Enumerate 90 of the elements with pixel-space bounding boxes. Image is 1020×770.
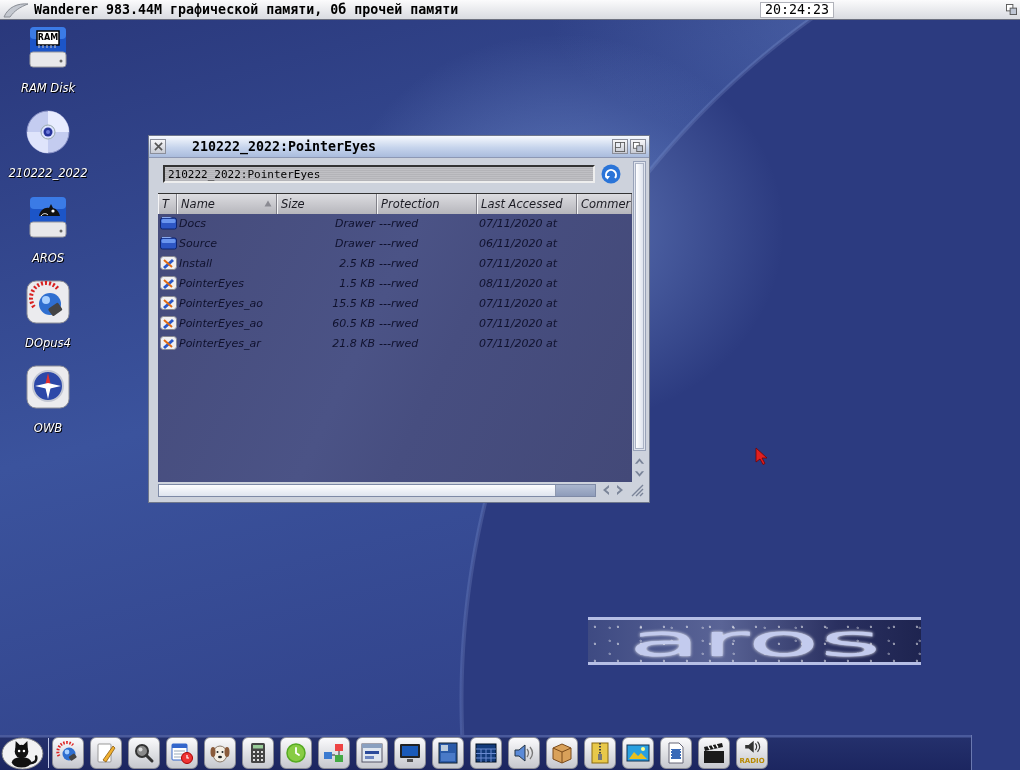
file-protection: ---rwed bbox=[379, 316, 419, 330]
column-header[interactable]: Commer bbox=[577, 194, 632, 214]
dock-button[interactable] bbox=[622, 736, 654, 769]
panel-window-icon bbox=[436, 740, 460, 765]
file-date: 07/11/2020 at bbox=[479, 316, 557, 330]
icon-label[interactable]: 210222_2022 bbox=[8, 166, 88, 180]
window-title-bar[interactable]: 210222_2022:PointerEyes bbox=[149, 136, 649, 158]
calendar-clock-icon bbox=[170, 740, 194, 765]
icon-label[interactable]: OWB bbox=[33, 421, 63, 435]
scrollbar-thumb[interactable] bbox=[159, 484, 556, 496]
notepad-pencil-icon bbox=[94, 740, 118, 765]
horizontal-scrollbar[interactable] bbox=[158, 483, 596, 497]
file-size: Drawer bbox=[334, 236, 375, 250]
dock-button[interactable] bbox=[280, 736, 312, 769]
dock-button[interactable] bbox=[52, 736, 84, 769]
dock-button[interactable] bbox=[166, 736, 198, 769]
swoosh-logo-icon[interactable] bbox=[2, 0, 30, 19]
column-header[interactable]: T bbox=[158, 194, 177, 214]
file-size: 21.8 KB bbox=[332, 336, 375, 350]
gauge-icon[interactable] bbox=[25, 279, 71, 325]
dock-button[interactable] bbox=[242, 736, 274, 769]
refresh-icon[interactable] bbox=[601, 164, 621, 184]
file-protection: ---rwed bbox=[379, 296, 419, 310]
file-size: 60.5 KB bbox=[332, 316, 375, 330]
clapperboard-icon bbox=[702, 740, 726, 765]
dock-button[interactable] bbox=[432, 736, 464, 769]
file-size: Drawer bbox=[334, 216, 375, 230]
compass-icon[interactable] bbox=[25, 364, 71, 410]
window-title: 210222_2022:PointerEyes bbox=[192, 139, 378, 154]
icon-label[interactable]: AROS bbox=[31, 251, 65, 265]
file-protection: ---rwed bbox=[379, 236, 419, 250]
depth-button[interactable] bbox=[630, 139, 646, 154]
dock-button[interactable] bbox=[128, 736, 160, 769]
file-date: 07/11/2020 at bbox=[479, 256, 557, 270]
tool-icon[interactable] bbox=[160, 316, 177, 330]
clock: 20:24:23 bbox=[760, 1, 834, 18]
file-date: 06/11/2020 at bbox=[479, 236, 557, 250]
dock-button[interactable] bbox=[90, 736, 122, 769]
sort-arrow-icon bbox=[264, 200, 272, 207]
screen-title: Wanderer 983.44M графической памяти, 0б прочей памяти bbox=[34, 2, 460, 17]
drawer-icon[interactable] bbox=[160, 236, 177, 250]
file-date: 07/11/2020 at bbox=[479, 296, 557, 310]
close-button[interactable] bbox=[150, 139, 166, 154]
column-header[interactable]: Last Accessed bbox=[477, 194, 577, 214]
tool-icon[interactable] bbox=[160, 276, 177, 290]
dock-button[interactable] bbox=[470, 736, 502, 769]
icon-label[interactable]: RAM Disk bbox=[20, 81, 76, 95]
column-header[interactable]: Name bbox=[177, 194, 277, 214]
window-icon bbox=[360, 740, 384, 765]
file-date: 08/11/2020 at bbox=[479, 276, 557, 290]
file-date: 07/11/2020 at bbox=[479, 336, 557, 350]
dock-button[interactable] bbox=[584, 736, 616, 769]
zoom-button[interactable] bbox=[612, 139, 628, 154]
archive-icon bbox=[588, 740, 612, 765]
disc-icon[interactable] bbox=[25, 109, 71, 155]
dock-button[interactable] bbox=[356, 736, 388, 769]
dock-button[interactable] bbox=[660, 736, 692, 769]
tool-icon[interactable] bbox=[160, 336, 177, 350]
overlapping-squares-icon bbox=[633, 141, 643, 152]
file-size: 2.5 KB bbox=[339, 256, 375, 270]
icon-label[interactable]: DOpus4 bbox=[25, 336, 71, 350]
chip-label: RAM bbox=[37, 32, 59, 44]
cat-icon[interactable] bbox=[0, 736, 45, 770]
file-date: 07/11/2020 at bbox=[479, 216, 557, 230]
file-size: 1.5 KB bbox=[339, 276, 375, 290]
dock-button[interactable] bbox=[204, 736, 236, 769]
resize-handle-icon[interactable] bbox=[631, 483, 644, 497]
path-field[interactable]: 210222_2022:PointerEyes bbox=[163, 165, 595, 183]
file-protection: ---rwed bbox=[379, 336, 419, 350]
file-size: 15.5 KB bbox=[332, 296, 375, 310]
grid-window-icon bbox=[474, 740, 498, 765]
dock-button[interactable] bbox=[546, 736, 578, 769]
column-header[interactable]: Protection bbox=[377, 194, 477, 214]
file-protection: ---rwed bbox=[379, 276, 419, 290]
dock-button[interactable] bbox=[508, 736, 540, 769]
file-protection: ---rwed bbox=[379, 216, 419, 230]
close-icon bbox=[153, 142, 163, 151]
tool-icon[interactable] bbox=[160, 256, 177, 270]
screen-depth-icon[interactable] bbox=[1006, 4, 1017, 15]
mouse-pointer-icon bbox=[755, 447, 767, 465]
drawer-icon[interactable] bbox=[160, 216, 177, 230]
logo-text: aros bbox=[627, 623, 882, 659]
square-icon bbox=[615, 141, 625, 152]
dock-button[interactable] bbox=[394, 736, 426, 769]
tool-icon[interactable] bbox=[160, 296, 177, 310]
clock-icon bbox=[284, 740, 308, 765]
dock-button[interactable] bbox=[698, 736, 730, 769]
dock-button[interactable] bbox=[318, 736, 350, 769]
column-header[interactable]: Size bbox=[277, 194, 377, 214]
file-protection: ---rwed bbox=[379, 256, 419, 270]
